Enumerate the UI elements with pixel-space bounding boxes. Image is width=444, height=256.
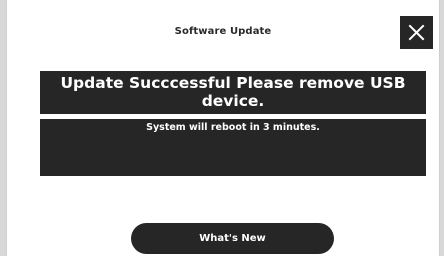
page-title: Software Update xyxy=(174,26,272,37)
update-success-message: Update Succcessful Please remove USB dev… xyxy=(40,71,426,114)
software-update-screen: Software Update Update Succcessful Pleas… xyxy=(6,0,440,256)
close-button[interactable] xyxy=(400,16,433,49)
close-icon xyxy=(408,24,425,41)
whats-new-button[interactable]: What's New xyxy=(131,223,334,254)
reboot-notice: System will reboot in 3 minutes. xyxy=(40,119,426,176)
